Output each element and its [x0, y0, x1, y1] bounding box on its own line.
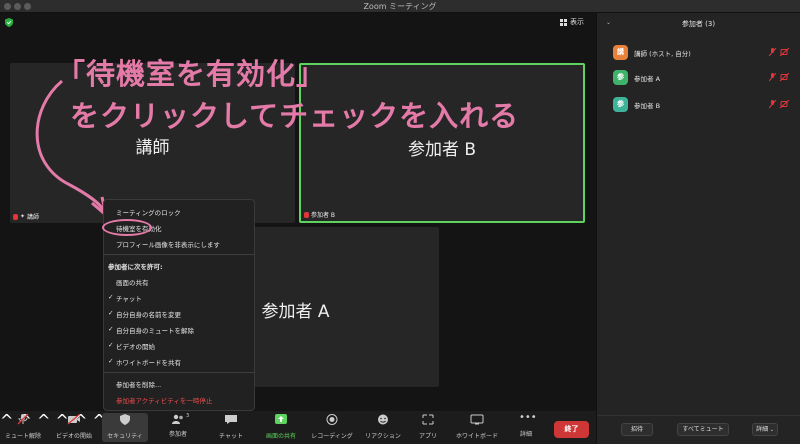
tile-label-text: 講師 [27, 214, 40, 221]
chevron-down-icon: ⌄ [768, 427, 774, 433]
participants-panel: ⌄ 参加者 (3) 講 講師 (ホスト, 自分) 参 参加者 A 参 参加者 B [596, 13, 800, 444]
participant-item[interactable]: 参 参加者 B [613, 97, 793, 114]
tile-label: ✦ 講師 [13, 212, 39, 221]
check-icon: ✓ [108, 357, 114, 365]
window-titlebar: Zoom ミーティング [0, 0, 800, 13]
tile-label: 参加者 B [304, 210, 335, 219]
record-label: レコーディング [311, 433, 353, 440]
muted-status-icons [768, 72, 791, 84]
video-off-icon [67, 413, 81, 425]
participant-item[interactable]: 講 講師 (ホスト, 自分) [613, 45, 793, 62]
mic-muted-icon [768, 72, 790, 82]
panel-footer: 招待 すべてミュート 詳細 ⌄ [597, 415, 800, 444]
menu-section-heading: 参加者に次を許可: [108, 263, 163, 271]
participant-name: 参加者 B [634, 102, 661, 110]
share-screen-button[interactable]: 画面の共有 [261, 414, 301, 440]
annotation-line-1: 「待機室を有効化」 [56, 57, 327, 91]
meeting-area: 表示 講師 ✦ 講師 参加者 B 参加者 B 参加者 A 「待機室を有効化」 を… [0, 13, 596, 411]
chat-label: チャット [219, 433, 243, 440]
chat-button[interactable]: チャット [213, 414, 249, 440]
grid-view-icon [560, 18, 567, 26]
menu-item-hide-profile-pictures[interactable]: プロフィール画像を非表示にします [116, 239, 220, 249]
end-meeting-button[interactable]: 終了 [554, 421, 589, 438]
more-label: 詳細 [519, 431, 532, 438]
apps-label: アプリ [418, 433, 437, 440]
tile-label-text: 参加者 B [311, 212, 336, 219]
annotation-line-2: をクリックしてチェックを入れる [70, 99, 520, 133]
video-tile-participant-b[interactable]: 参加者 B 参加者 B [299, 63, 585, 223]
whiteboard-icon [470, 414, 484, 425]
unmute-label: ミュート解除 [4, 433, 41, 440]
participants-button[interactable]: 3 参加者 [160, 413, 196, 438]
mute-all-button[interactable]: すべてミュート [677, 423, 729, 436]
menu-divider [104, 254, 254, 255]
apps-button[interactable]: アプリ [414, 414, 442, 440]
mic-muted-icon [768, 47, 790, 57]
apps-icon [422, 414, 434, 425]
record-button[interactable]: レコーディング [308, 414, 356, 440]
muted-status-icons [768, 47, 791, 59]
reactions-label: リアクション [365, 433, 401, 440]
window-title: Zoom ミーティング [363, 2, 437, 11]
menu-item-remove-participant[interactable]: 参加者を削除... [116, 379, 161, 389]
menu-item-rename-self[interactable]: 自分自身の名前を変更 [116, 309, 181, 319]
participants-label: 参加者 [168, 431, 187, 438]
menu-item-suspend-activities[interactable]: 参加者アクティビティを一時停止 [116, 395, 212, 405]
whiteboard-button[interactable]: ホワイトボード [452, 414, 502, 440]
menu-item-start-video[interactable]: ビデオの開始 [116, 341, 155, 351]
invite-button[interactable]: 招待 [621, 423, 653, 436]
meeting-toolbar: ミュート解除 ^ ビデオの開始 ^ セキュリティ 3 参加者 ^ チャット ^ [0, 411, 596, 444]
share-screen-icon [275, 414, 287, 424]
avatar: 参 [613, 97, 628, 112]
menu-item-chat[interactable]: チャット [116, 293, 142, 303]
more-dots-icon: ••• [519, 412, 537, 423]
view-label: 表示 [570, 18, 584, 26]
start-video-button[interactable]: ビデオの開始 [52, 413, 96, 440]
menu-item-unmute-self[interactable]: 自分自身のミュートを解除 [116, 325, 194, 335]
encryption-shield-icon[interactable] [5, 18, 13, 27]
muted-status-icons [768, 99, 791, 111]
panel-more-label: 詳細 [756, 426, 769, 433]
mic-muted-icon [304, 211, 309, 218]
tile-name: 講師 [135, 138, 170, 158]
view-button[interactable]: 表示 [560, 17, 584, 27]
menu-item-share-screen[interactable]: 画面の共有 [116, 277, 149, 287]
security-button[interactable]: セキュリティ [102, 413, 148, 442]
participant-name: 講師 (ホスト, 自分) [634, 50, 691, 58]
participants-icon: 3 [171, 413, 189, 425]
share-screen-label: 画面の共有 [265, 433, 296, 440]
reactions-smiley-icon [378, 414, 388, 425]
check-icon: ✓ [108, 325, 114, 333]
menu-item-share-whiteboard[interactable]: ホワイトボードを共有 [116, 357, 181, 367]
tile-name: 参加者 B [407, 140, 477, 160]
pin-icon: ✦ [20, 213, 26, 220]
menu-divider [104, 372, 254, 373]
avatar: 講 [613, 45, 628, 60]
annotation-highlight-circle [102, 219, 152, 236]
whiteboard-label: ホワイトボード [455, 433, 498, 440]
security-shield-icon [120, 414, 130, 425]
participants-count: 3 [186, 413, 190, 419]
participant-item[interactable]: 参 参加者 A [613, 70, 793, 87]
record-icon [326, 414, 338, 425]
mic-muted-icon [13, 213, 18, 220]
avatar: 参 [613, 70, 628, 85]
panel-more-button[interactable]: 詳細 ⌄ [752, 423, 778, 436]
chat-icon [225, 415, 237, 424]
check-icon: ✓ [108, 341, 114, 349]
panel-title: 参加者 (3) [681, 20, 716, 28]
check-icon: ✓ [108, 293, 114, 301]
start-video-label: ビデオの開始 [55, 433, 92, 440]
more-button[interactable]: ••• 詳細 [512, 412, 540, 439]
mic-muted-icon [768, 99, 790, 109]
menu-item-lock-meeting[interactable]: ミーティングのロック [116, 207, 181, 217]
reactions-button[interactable]: リアクション [361, 414, 405, 440]
security-label: セキュリティ [107, 433, 143, 440]
participant-name: 参加者 A [634, 75, 661, 83]
unmute-button[interactable]: ミュート解除 [2, 413, 44, 440]
mic-off-icon [17, 413, 29, 425]
check-icon: ✓ [108, 309, 114, 317]
